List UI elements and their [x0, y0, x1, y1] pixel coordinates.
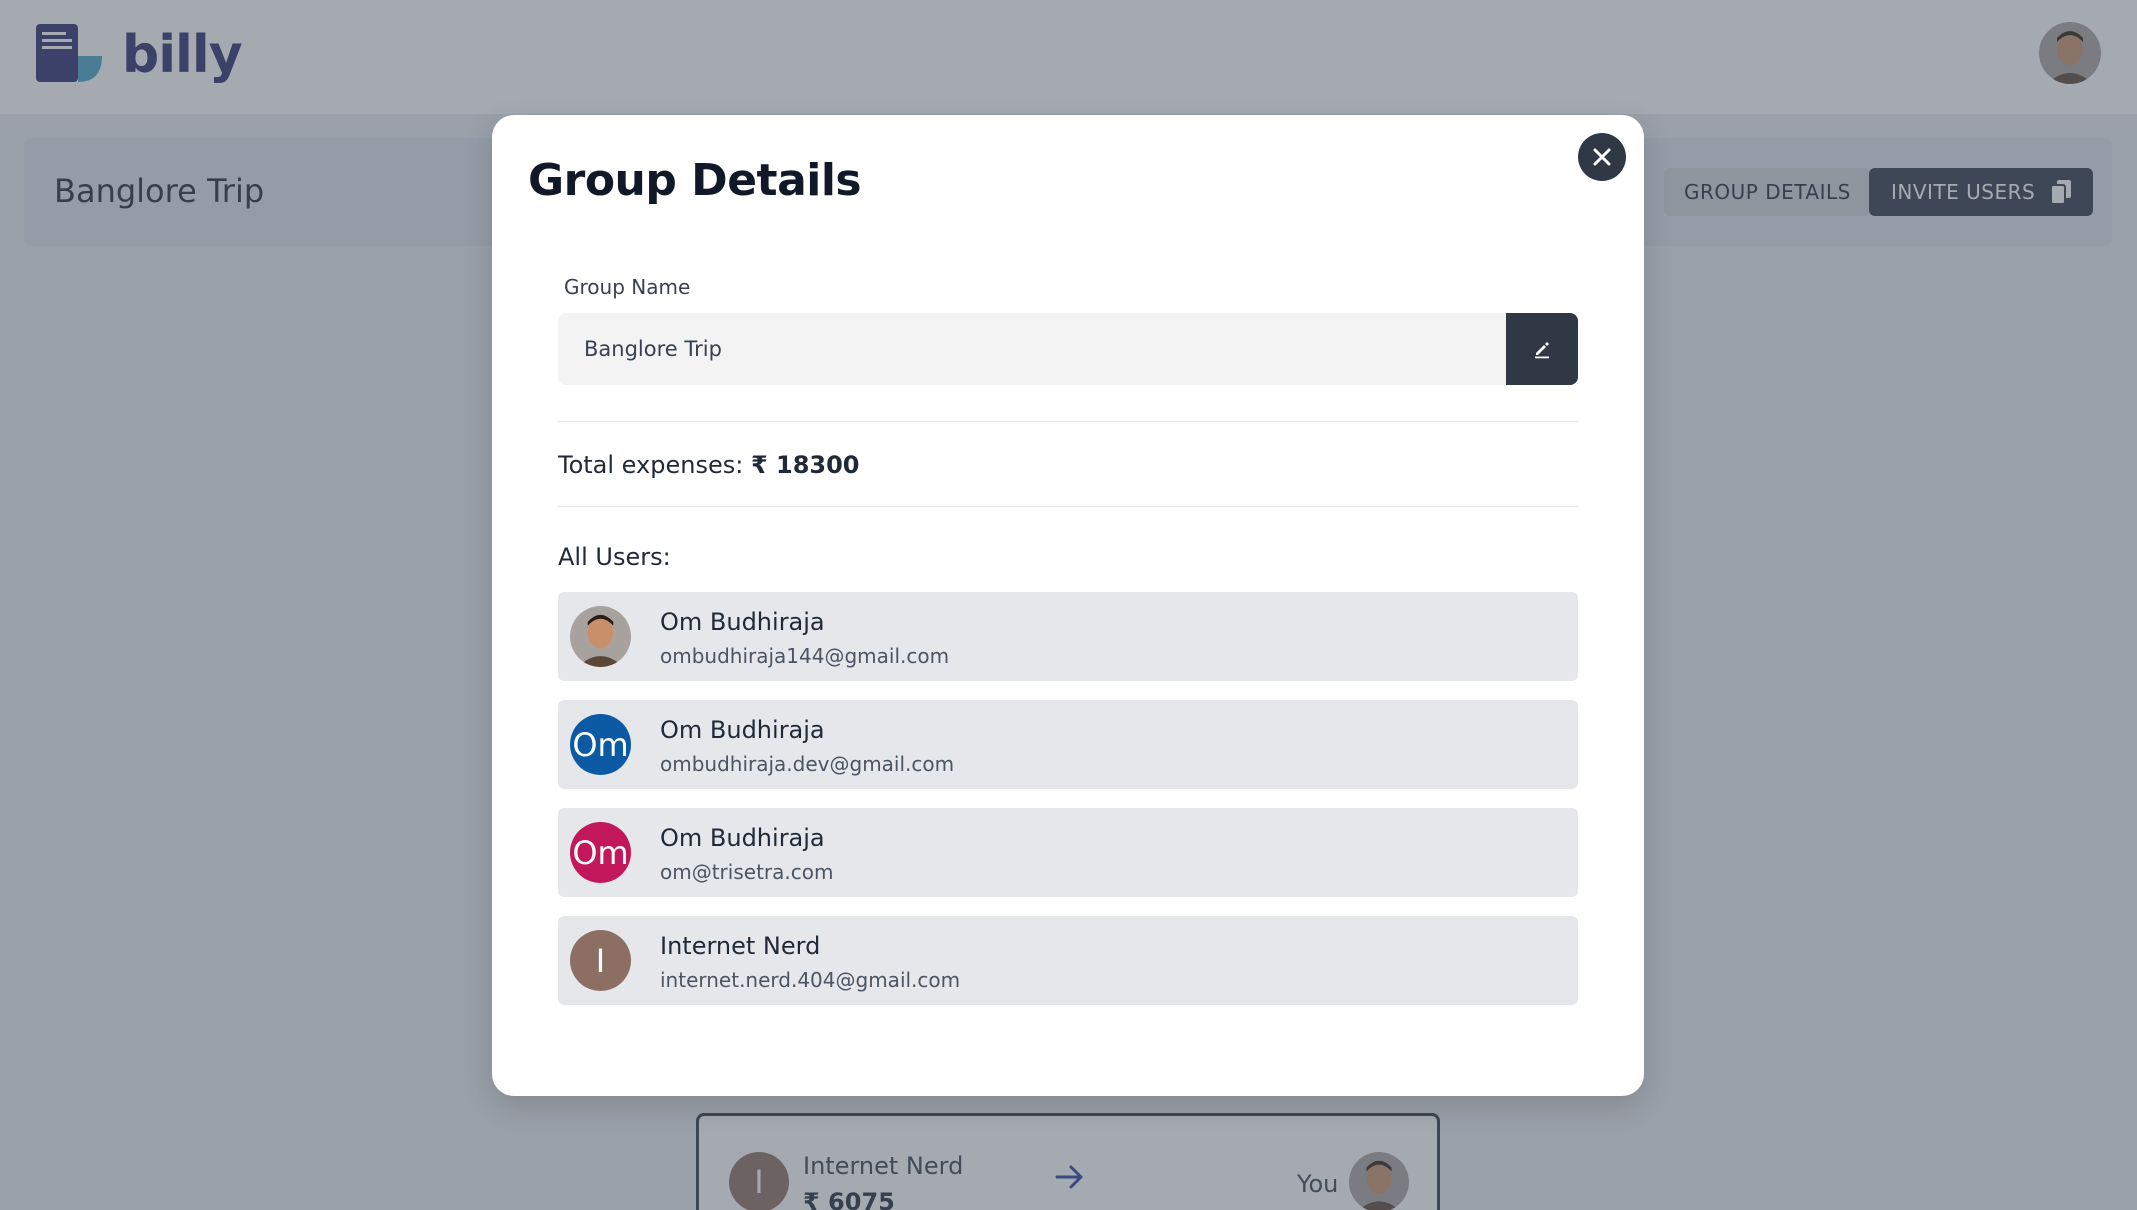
divider — [558, 421, 1578, 422]
pencil-icon — [1535, 342, 1549, 359]
total-expenses-value: ₹ 18300 — [750, 451, 860, 479]
all-users-label: All Users: — [558, 543, 671, 571]
close-icon — [1593, 148, 1611, 166]
user-email: internet.nerd.404@gmail.com — [660, 968, 961, 992]
user-list: Om Budhiraja ombudhiraja144@gmail.com Om… — [558, 592, 1578, 1024]
group-details-modal: Group Details Group Name Total expenses:… — [492, 115, 1644, 1096]
user-avatar: Om — [570, 714, 631, 775]
user-email: ombudhiraja144@gmail.com — [660, 644, 950, 668]
total-expenses-label: Total expenses: — [558, 451, 744, 479]
edit-group-name-button[interactable] — [1506, 313, 1578, 385]
user-list-item: Om Om Budhiraja om@trisetra.com — [558, 808, 1578, 897]
divider — [558, 506, 1578, 507]
user-photo-icon — [570, 606, 631, 667]
group-name-label: Group Name — [564, 275, 691, 299]
group-name-field — [558, 313, 1578, 385]
user-list-item: Om Om Budhiraja ombudhiraja.dev@gmail.co… — [558, 700, 1578, 789]
user-list-item: Om Budhiraja ombudhiraja144@gmail.com — [558, 592, 1578, 681]
user-name: Internet Nerd — [660, 932, 821, 960]
user-avatar — [570, 606, 631, 667]
user-name: Om Budhiraja — [660, 824, 825, 852]
close-button[interactable] — [1578, 133, 1626, 181]
user-avatar: Om — [570, 822, 631, 883]
user-email: om@trisetra.com — [660, 860, 834, 884]
group-name-input[interactable] — [558, 313, 1506, 385]
user-name: Om Budhiraja — [660, 608, 825, 636]
total-expenses: Total expenses: ₹ 18300 — [558, 451, 860, 479]
user-list-item: I Internet Nerd internet.nerd.404@gmail.… — [558, 916, 1578, 1005]
user-avatar: I — [570, 930, 631, 991]
modal-title: Group Details — [528, 155, 862, 206]
user-name: Om Budhiraja — [660, 716, 825, 744]
user-email: ombudhiraja.dev@gmail.com — [660, 752, 955, 776]
